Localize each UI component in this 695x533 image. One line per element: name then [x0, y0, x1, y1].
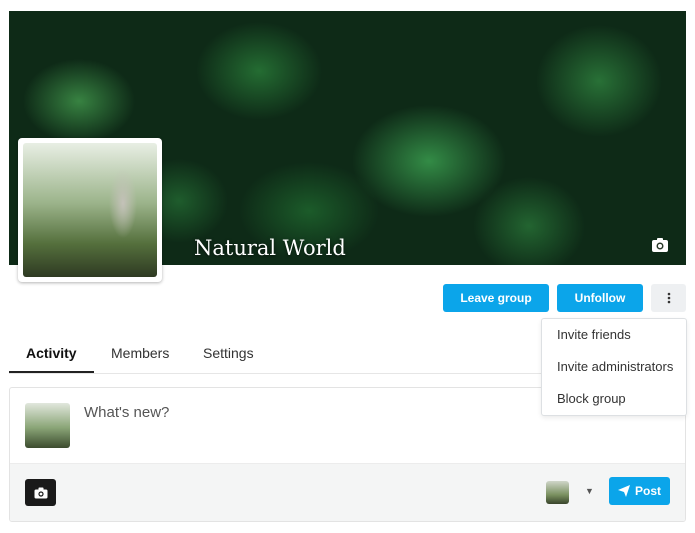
paper-plane-icon	[617, 485, 630, 497]
tab-settings[interactable]: Settings	[203, 345, 254, 361]
menu-item-block-group[interactable]: Block group	[557, 391, 626, 406]
options-dropdown: Invite friends Invite administrators Blo…	[541, 318, 687, 416]
attach-photo-button[interactable]	[25, 479, 56, 506]
menu-item-invite-friends[interactable]: Invite friends	[557, 327, 631, 342]
tab-activity[interactable]: Activity	[26, 345, 77, 361]
tab-members[interactable]: Members	[111, 345, 169, 361]
composer-input[interactable]: What's new?	[84, 404, 169, 421]
audience-avatar[interactable]	[546, 481, 569, 504]
group-title: Natural World	[194, 236, 346, 260]
leave-group-button[interactable]: Leave group	[443, 284, 549, 312]
menu-item-invite-administrators[interactable]: Invite administrators	[557, 359, 673, 374]
post-button[interactable]: Post	[609, 477, 670, 505]
cover-camera-icon[interactable]	[651, 237, 669, 253]
unfollow-button[interactable]: Unfollow	[557, 284, 643, 312]
vertical-ellipsis-icon	[667, 292, 670, 304]
post-button-label: Post	[634, 484, 661, 498]
composer-toolbar: ▼ Post	[10, 463, 685, 521]
more-options-button[interactable]	[651, 284, 686, 312]
camera-icon	[34, 487, 47, 498]
user-avatar	[25, 403, 70, 448]
group-avatar-image	[23, 143, 157, 277]
group-avatar[interactable]	[18, 138, 162, 282]
active-tab-indicator	[9, 371, 94, 373]
chevron-down-icon[interactable]: ▼	[585, 486, 594, 496]
